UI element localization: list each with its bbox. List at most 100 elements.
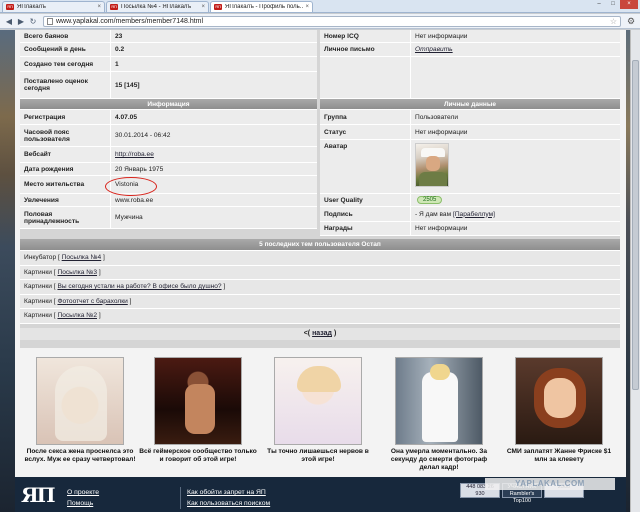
scrollbar-thumb[interactable] bbox=[632, 60, 639, 390]
tab-label: Посылка №4 - ЯПлакалъ bbox=[121, 4, 192, 10]
website-link[interactable]: http://roba.ee bbox=[115, 151, 154, 158]
info-label: Место жительства bbox=[24, 181, 85, 188]
last-topics-header: 5 последних тем пользователя Остап bbox=[20, 239, 620, 251]
contact-label: Личное письмо bbox=[324, 46, 375, 53]
reload-icon[interactable]: ↻ bbox=[27, 16, 39, 27]
topic-link[interactable]: Посылка №3 bbox=[57, 269, 97, 276]
browser-nav-bar: ◀ ▶ ↻ www.yaplakal.com/members/member714… bbox=[0, 14, 640, 29]
topic-link[interactable]: Посылка №2 bbox=[57, 312, 97, 319]
info-value: http://roba.ee bbox=[110, 147, 317, 162]
personal-label: Награды bbox=[324, 225, 353, 232]
wrench-icon[interactable]: ⚙ bbox=[625, 16, 637, 27]
site-watermark: YAPLAKAL.COM bbox=[485, 478, 615, 490]
page-icon bbox=[47, 17, 53, 25]
promo-image[interactable] bbox=[395, 357, 483, 445]
group-value: Пользователи bbox=[410, 110, 620, 124]
stat-row: Поставлено оценок сегодня 15 [145] bbox=[20, 72, 317, 99]
topic-section: Картинки bbox=[24, 268, 52, 276]
contact-label: Номер ICQ bbox=[324, 32, 359, 40]
topic-link[interactable]: Фотоотчет с барахолки bbox=[57, 298, 127, 305]
close-tab-icon[interactable]: × bbox=[305, 4, 309, 10]
background-art-left bbox=[0, 30, 15, 512]
promo-caption[interactable]: Всё геймерское сообщество только и говор… bbox=[139, 448, 257, 464]
stat-value: 23 bbox=[110, 30, 317, 42]
topic-link[interactable]: Вы сегодня устали на работе? В офисе был… bbox=[57, 283, 221, 290]
info-value: www.roba.ee bbox=[110, 194, 317, 206]
stat-label: Поставлено оценок сегодня bbox=[24, 78, 88, 92]
back-row: <( назад ) bbox=[20, 328, 620, 340]
forward-arrow-icon[interactable]: ▶ bbox=[15, 16, 27, 27]
address-bar[interactable]: www.yaplakal.com/members/member7148.html… bbox=[43, 15, 621, 27]
window-controls: – □ × bbox=[592, 0, 638, 9]
back-link[interactable]: назад bbox=[312, 330, 332, 337]
vertical-scrollbar[interactable] bbox=[630, 30, 640, 512]
maximize-icon[interactable]: □ bbox=[606, 0, 620, 9]
stat-row: Всего баянов 23 bbox=[20, 30, 317, 43]
info-label: Вебсайт bbox=[24, 151, 52, 158]
topic-section: Картинки bbox=[24, 312, 52, 320]
send-message-link[interactable]: Отправить bbox=[415, 46, 453, 53]
avatar[interactable] bbox=[415, 143, 449, 187]
personal-row: Награды Нет информации bbox=[320, 222, 620, 236]
personal-row: Подпись - Я дам вам [Парабеллум] bbox=[320, 207, 620, 222]
topic-row: Картинки [ Посылка №2 ] bbox=[20, 309, 620, 324]
promo-image[interactable] bbox=[274, 357, 362, 445]
site-favicon-icon: ЯП bbox=[6, 4, 14, 10]
promo-card[interactable]: Ты точно лишаешься нервов в этой игре! bbox=[259, 357, 377, 464]
personal-label: Подпись bbox=[324, 210, 353, 218]
contact-value: Отправить bbox=[410, 43, 620, 56]
content-area: Всего баянов 23 Сообщений в день 0.2 Созда… bbox=[15, 30, 626, 512]
promo-image[interactable] bbox=[515, 357, 603, 445]
browser-tab-2[interactable]: ЯП Посылка №4 - ЯПлакалъ × bbox=[106, 1, 209, 12]
personal-label: Аватар bbox=[324, 143, 348, 150]
browser-tab-1[interactable]: ЯП ЯПлакалъ × bbox=[2, 1, 105, 12]
site-footer: ЯП О проекте Помощь Как обойти запрет на… bbox=[15, 477, 626, 512]
search-help-link[interactable]: Как пользоваться поиском bbox=[187, 500, 270, 507]
browser-tab-3[interactable]: ЯП ЯПлакалъ - Профиль поль... × bbox=[210, 1, 313, 12]
info-row: Дата рождения 20 Январь 1975 bbox=[20, 163, 317, 176]
back-prefix: <( bbox=[303, 330, 311, 337]
topic-section: Инкубатор bbox=[24, 254, 57, 262]
about-link[interactable]: О проекте bbox=[67, 489, 99, 496]
minimize-icon[interactable]: – bbox=[592, 0, 606, 9]
stat-value: 15 [145] bbox=[110, 72, 317, 98]
topic-row: Картинки [ Фотоотчет с барахолки ] bbox=[20, 294, 620, 309]
info-row: Регистрация 4.07.05 bbox=[20, 110, 317, 125]
promo-card[interactable]: СМИ заплатят Жанне Фриске $1 млн за клев… bbox=[500, 357, 618, 464]
promo-caption[interactable]: Ты точно лишаешься нервов в этой игре! bbox=[259, 448, 377, 464]
info-row: Вебсайт http://roba.ee bbox=[20, 147, 317, 163]
close-window-icon[interactable]: × bbox=[620, 0, 638, 9]
personal-row: Группа Пользователи bbox=[320, 110, 620, 125]
promo-thumbnails: После секса жена проснелса это вслух. Му… bbox=[15, 352, 626, 477]
stat-row: Сообщений в день 0.2 bbox=[20, 43, 317, 57]
info-value: 4.07.05 bbox=[110, 110, 317, 124]
promo-card[interactable]: Она умерла моментально. За секунду до см… bbox=[380, 357, 498, 472]
help-link[interactable]: Помощь bbox=[67, 500, 93, 507]
promo-image[interactable] bbox=[154, 357, 242, 445]
close-tab-icon[interactable]: × bbox=[97, 4, 101, 10]
close-tab-icon[interactable]: × bbox=[201, 4, 205, 10]
bookmark-star-icon[interactable]: ☆ bbox=[610, 17, 617, 26]
promo-caption[interactable]: СМИ заплатят Жанне Фриске $1 млн за клев… bbox=[500, 448, 618, 464]
footer-links-left: О проекте Помощь bbox=[67, 487, 99, 509]
signature-cell: - Я дам вам [Парабеллум] bbox=[410, 207, 620, 221]
back-arrow-icon[interactable]: ◀ bbox=[3, 16, 15, 27]
profile-panel: Всего баянов 23 Сообщений в день 0.2 Созда… bbox=[20, 30, 620, 348]
bypass-ban-link[interactable]: Как обойти запрет на ЯП bbox=[187, 489, 266, 496]
browser-tab-bar: ЯП ЯПлакалъ × ЯП Посылка №4 - ЯПлакалъ × ЯП Я… bbox=[0, 0, 640, 13]
stat-value: 0.2 bbox=[110, 43, 317, 56]
topic-row: Инкубатор [ Посылка №4 ] bbox=[20, 251, 620, 266]
info-value: 30.01.2014 - 06:42 bbox=[110, 125, 317, 146]
promo-caption[interactable]: Она умерла моментально. За секунду до см… bbox=[380, 448, 498, 472]
promo-card[interactable]: Всё геймерское сообщество только и говор… bbox=[139, 357, 257, 464]
site-logo[interactable]: ЯП bbox=[21, 483, 57, 509]
promo-caption[interactable]: После секса жена проснелса это вслух. Му… bbox=[21, 448, 139, 464]
tab-label: ЯПлакалъ bbox=[17, 4, 46, 10]
topic-link[interactable]: Посылка №4 bbox=[62, 254, 102, 261]
page-area: Всего баянов 23 Сообщений в день 0.2 Созда… bbox=[0, 30, 640, 512]
stat-label: Сообщений в день bbox=[24, 46, 86, 53]
avatar-cell bbox=[410, 140, 620, 193]
promo-card[interactable]: После секса жена проснелса это вслух. Му… bbox=[21, 357, 139, 464]
promo-image[interactable] bbox=[36, 357, 124, 445]
signature-link[interactable]: [Парабеллум] bbox=[453, 211, 495, 218]
